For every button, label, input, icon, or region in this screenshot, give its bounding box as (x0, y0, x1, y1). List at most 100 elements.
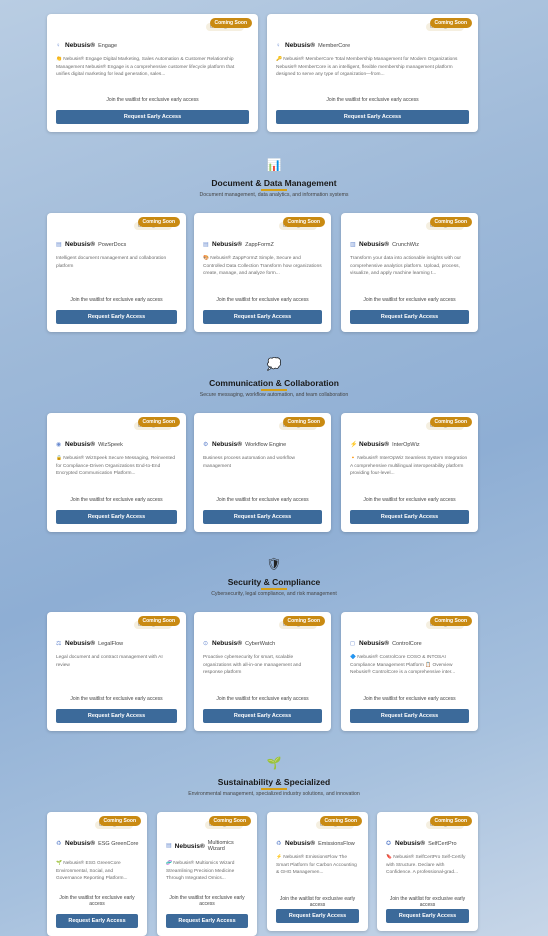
bar-chart-icon: 📊 (266, 158, 282, 172)
request-early-access-button[interactable]: Request Early Access (56, 310, 177, 324)
clipboard-icon: ◻ (350, 640, 355, 647)
request-early-access-button[interactable]: Request Early Access (166, 914, 248, 928)
product-card: Coming SoonComing Soon♀Nebusis®MemberCor… (267, 14, 478, 132)
brand-name: Nebusis® (212, 640, 243, 647)
product-description: Intelligent document management and coll… (56, 256, 167, 269)
product-card: Coming SoonComing Soon✪Nebusis®SelfCertP… (377, 812, 478, 931)
request-early-access-button[interactable]: Request Early Access (276, 110, 469, 124)
product-name: Engage (98, 42, 118, 49)
product-header: ◻ Nebusis® ControlCore (350, 640, 470, 647)
product-header: ♻ Nebusis® EmissionsFlow (276, 840, 360, 847)
product-header: ⚙ Nebusis® Workflow Engine (203, 441, 323, 448)
product-header: ♀ Nebusis® Engage (56, 42, 250, 49)
brand-name: Nebusis® (285, 42, 316, 49)
product-header: ▤ Nebusis® Multiomics Wizard (166, 840, 249, 852)
waitlist-text: Join the waitlist for exclusive early ac… (216, 297, 309, 303)
thought-bubble-icon: 💭 (266, 357, 282, 371)
coming-soon-badge: Coming Soon (282, 616, 325, 626)
coming-soon-badge: Coming Soon (429, 816, 472, 826)
product-description: 🔒 Nebusis® WizSpeek Secure Messaging, Re… (56, 456, 176, 476)
product-card: Coming SoonComing Soon◉Nebusis®WizSpeek🔒… (47, 413, 186, 532)
product-description: 🔖 Nebusis® SelfCertPro Self-Certify with… (386, 855, 466, 875)
request-early-access-button[interactable]: Request Early Access (203, 510, 322, 524)
section-title: Sustainability & Specialized (217, 777, 331, 787)
section-subtitle: Secure messaging, workflow automation, a… (199, 392, 349, 398)
waitlist-text: Join the waitlist for exclusive early ac… (106, 97, 199, 103)
request-early-access-button[interactable]: Request Early Access (56, 510, 177, 524)
request-early-access-button[interactable]: Request Early Access (56, 110, 249, 124)
coming-soon-badge: Coming Soon (137, 616, 180, 626)
request-early-access-button[interactable]: Request Early Access (56, 709, 177, 723)
product-description: 🔑 Nebusis® MemberCore Total Membership M… (276, 57, 458, 77)
brand-name: Nebusis® (212, 441, 243, 448)
coming-soon-badge: Coming Soon (319, 816, 362, 826)
product-name: PowerDocs (98, 241, 127, 248)
product-description: 🌱 Nebusis® ESG GreenCore Environmental, … (56, 861, 128, 881)
request-early-access-button[interactable]: Request Early Access (350, 709, 469, 723)
section-subtitle: Environmental management, specialized in… (188, 791, 360, 797)
section-underline (261, 788, 287, 790)
brand-name: Nebusis® (65, 640, 96, 647)
request-early-access-button[interactable]: Request Early Access (56, 914, 138, 928)
waitlist-text: Join the waitlist for exclusive early ac… (70, 497, 163, 503)
waitlist-text: Join the waitlist for exclusive early ac… (363, 696, 456, 702)
request-early-access-button[interactable]: Request Early Access (276, 909, 359, 923)
coming-soon-badge: Coming Soon (282, 217, 325, 227)
product-card: Coming SoonComing Soon♻Nebusis®ESG Green… (47, 812, 147, 936)
shield-icon: 🛡 (266, 557, 282, 571)
product-card: Coming SoonComing Soon⚖Nebusis®LegalFlow… (47, 612, 186, 731)
section-subtitle: Document management, data analytics, and… (199, 192, 349, 198)
coming-soon-badge: Coming Soon (429, 616, 472, 626)
section-underline (261, 588, 287, 590)
product-name: CrunchWiz (392, 241, 419, 248)
section-underline (261, 389, 287, 391)
brand-name: Nebusis® (212, 241, 243, 248)
product-header: ✪ Nebusis® SelfCertPro (386, 840, 470, 847)
product-description: 🔷 Nebusis® ControlCore COSO & INTOSAI Co… (350, 655, 456, 675)
product-card: Coming SoonComing Soon⚡Nebusis®InterOpWi… (341, 413, 478, 532)
coming-soon-badge: Coming Soon (429, 217, 472, 227)
product-card: Coming SoonComing Soon▤Nebusis®PowerDocs… (47, 213, 186, 332)
product-header: ▤ Nebusis® PowerDocs (56, 241, 178, 248)
product-header: ♻ Nebusis® ESG GreenCore (56, 840, 139, 847)
product-card: Coming SoonComing Soon♀Nebusis®Engage👏 N… (47, 14, 258, 132)
request-early-access-button[interactable]: Request Early Access (386, 909, 469, 923)
product-description: Business process automation and workflow… (203, 456, 295, 469)
product-header: ▥ Nebusis® CrunchWiz (350, 241, 470, 248)
speech-icon: ◉ (56, 441, 62, 448)
waitlist-text: Join the waitlist for exclusive early ac… (363, 297, 456, 303)
waitlist-text: Join the waitlist for exclusive early ac… (216, 696, 309, 702)
coming-soon-badge: Coming Soon (429, 18, 472, 28)
seedling-icon: 🌱 (266, 756, 282, 770)
brand-name: Nebusis® (65, 42, 96, 49)
request-early-access-button[interactable]: Request Early Access (203, 310, 322, 324)
brand-name: Nebusis® (359, 441, 390, 448)
brand-name: Nebusis® (285, 840, 316, 847)
product-card: Coming SoonComing Soon◻Nebusis®ControlCo… (341, 612, 478, 731)
product-header: ⊙ Nebusis® CyberWatch (203, 640, 323, 647)
waitlist-text: Join the waitlist for exclusive early ac… (70, 696, 163, 702)
product-name: ZappFormZ (245, 241, 274, 248)
product-name: MemberCore (318, 42, 351, 49)
product-header: ◉ Nebusis® WizSpeek (56, 441, 178, 448)
product-name: Multiomics Wizard (207, 840, 234, 852)
waitlist-text: Join the waitlist for exclusive early ac… (363, 497, 456, 503)
brand-name: Nebusis® (65, 441, 96, 448)
brand-name: Nebusis® (65, 840, 96, 847)
product-description: Transform your data into actionable insi… (350, 256, 462, 276)
coming-soon-badge: Coming Soon (282, 417, 325, 427)
chart-icon: ▥ (350, 241, 356, 248)
product-name: ESG GreenCore (98, 840, 139, 847)
product-header: ⚡ Nebusis® InterOpWiz (350, 441, 470, 448)
request-early-access-button[interactable]: Request Early Access (350, 510, 469, 524)
waitlist-text: Join the waitlist for exclusive early ac… (169, 895, 245, 907)
dna-icon: ▤ (166, 843, 172, 849)
section-subtitle: Cybersecurity, legal compliance, and ris… (211, 591, 337, 597)
scale-icon: ⚖ (56, 640, 62, 647)
request-early-access-button[interactable]: Request Early Access (203, 709, 322, 723)
product-name: CyberWatch (245, 640, 276, 647)
product-card: Coming SoonComing Soon▤Nebusis®ZappFormZ… (194, 213, 331, 332)
request-early-access-button[interactable]: Request Early Access (350, 310, 469, 324)
brand-name: Nebusis® (395, 840, 426, 847)
lightning-icon: ⚡ (350, 441, 358, 448)
